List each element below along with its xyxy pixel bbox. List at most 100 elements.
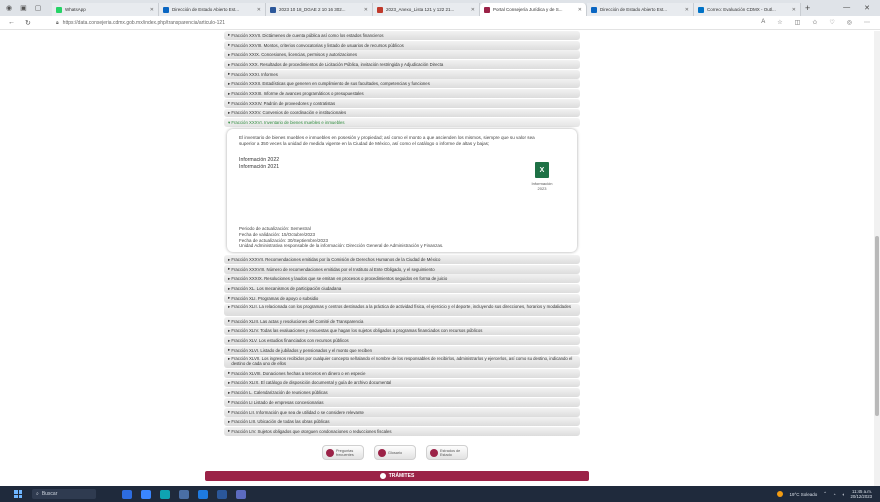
tab-close-icon[interactable]: ✕: [150, 7, 154, 13]
fraction-row[interactable]: ▸ Fracción LII. Información que sea de u…: [224, 407, 580, 417]
fraction-row[interactable]: ▸ Fracción XLIX. El catálogo de disposic…: [224, 378, 580, 388]
fraction-row[interactable]: ▸ Fracción XLV. Los estudios financiados…: [224, 336, 580, 346]
estrados-button[interactable]: Estrados de Estado: [426, 445, 468, 460]
browser-tab[interactable]: Dirección de Estado Abierto Est... ✕: [587, 3, 694, 16]
weather-icon: [777, 491, 784, 497]
tab-close-icon[interactable]: ✕: [364, 7, 368, 13]
fraction-row[interactable]: ▸ Fracción XXVII. Dictámenes de cuenta p…: [224, 31, 580, 40]
fraction-row[interactable]: ▸ Fracción XXXII. Estadísticas que gener…: [224, 79, 580, 89]
file-explorer-icon[interactable]: [141, 489, 151, 499]
excel-caption[interactable]: Información 2023: [529, 181, 555, 191]
fraction-row[interactable]: ▸ Fracción XLIV. Todas las evaluaciones …: [224, 326, 580, 336]
fraction-row[interactable]: ▸ Fracción XLVIII. Donaciones hechas a t…: [224, 368, 580, 378]
fraction-row[interactable]: ▸ Fracción XLVI. Listado de jubilados y …: [224, 345, 580, 355]
fraction-row[interactable]: ▸ Fracción XLI. Programas de apoyo o sub…: [224, 293, 580, 303]
fraction-row[interactable]: ▸ Fracción XXXVIII. Número de recomendac…: [224, 264, 580, 274]
browser-tab[interactable]: 2023 10 18_DGAE 2 10 16 302... ✕: [266, 3, 373, 16]
fraction-row[interactable]: ▸ Fracción XXXVII. Recomendaciones emiti…: [224, 255, 580, 264]
fraction-row[interactable]: ▸ Fracción XXXIX. Resoluciones y laudos …: [224, 274, 580, 284]
fraction-row[interactable]: ▸ Fracción XXX. Resultados de procedimie…: [224, 60, 580, 69]
fraction-row[interactable]: ▸ Fracción XXIX. Concesiones, licencias,…: [224, 50, 580, 60]
fraction-row[interactable]: ▸ Fracción XL. Los mecanismos de partici…: [224, 284, 580, 294]
search-icon: ⌕: [36, 491, 39, 497]
windows-start-icon[interactable]: [14, 490, 22, 498]
favorite-star-icon[interactable]: ☆: [777, 19, 782, 26]
tab-close-icon[interactable]: ✕: [578, 7, 582, 13]
glossary-button[interactable]: Glosario: [374, 445, 416, 460]
profile-avatar-icon[interactable]: ◎: [847, 19, 852, 26]
fraction-row[interactable]: ▸ Fracción XXXI. Informes: [224, 69, 580, 79]
news-app-icon[interactable]: [122, 489, 132, 499]
fraction-row[interactable]: ▸ Fracción XXXV. Convenios de coordinaci…: [224, 108, 580, 118]
browser-tab[interactable]: WhatsApp ✕: [52, 3, 159, 16]
browser-tab[interactable]: Dirección de Estado Abierto Est... ✕: [159, 3, 266, 16]
fraction-row[interactable]: ▸ Fracción LIII. Ubicación de todas las …: [224, 417, 580, 427]
favorites-icon[interactable]: ✩: [812, 19, 817, 26]
teams-icon[interactable]: [236, 489, 246, 499]
info-2021-link[interactable]: Información 2021: [239, 164, 565, 171]
info-2022-link[interactable]: Información 2022: [239, 157, 565, 164]
volume-icon[interactable]: ◖: [842, 492, 845, 497]
tramites-banner[interactable]: TRÁMITES: [205, 471, 589, 481]
fraction-row[interactable]: ▸ Fracción LIV. Sujetos obligados que ot…: [224, 426, 580, 436]
fraction-xxxvi-header[interactable]: ▾ Fracción XXXVI. Inventario de bienes m…: [224, 118, 580, 128]
tab-title: Portal Consejería Jurídica y de S...: [493, 7, 563, 12]
excel-file-icon[interactable]: X: [535, 162, 549, 179]
store-icon[interactable]: [179, 489, 189, 499]
fraction-row[interactable]: ▸ Fracción L. Calendarización de reunion…: [224, 388, 580, 398]
word-icon[interactable]: [217, 489, 227, 499]
system-tray: 19°C Soleado ⌃ ◔ ◖ 11:45 a.m. 20/12/2023: [777, 489, 880, 499]
fraction-row[interactable]: ▸ Fracción XLVII. Los ingresos recibidos…: [224, 355, 580, 369]
fraction-row[interactable]: ▸ Fracción XXVIII. Montos, criterios con…: [224, 40, 580, 50]
minimize-icon[interactable]: —: [843, 4, 850, 12]
tab-close-icon[interactable]: ✕: [257, 7, 261, 13]
split-screen-icon[interactable]: ◫: [795, 19, 801, 26]
page-scrollbar[interactable]: [874, 31, 880, 486]
new-tab-button[interactable]: +: [805, 3, 810, 13]
faq-button[interactable]: Preguntas frecuentes: [322, 445, 364, 460]
scrollbar-thumb[interactable]: [875, 236, 879, 416]
fraction-title: Fracción LIII. Ubicación de todas las ob…: [231, 419, 330, 425]
browser-tab[interactable]: 2023_Anexo_Lista 121 y 122 21... ✕: [373, 3, 480, 16]
tab-close-icon[interactable]: ✕: [471, 7, 475, 13]
more-menu-icon[interactable]: ⋯: [864, 19, 870, 26]
tab-favicon-icon: [270, 6, 276, 13]
tab-close-icon[interactable]: ✕: [792, 7, 796, 13]
fraction-title: Fracción XXVII. Dictámenes de cuenta púb…: [231, 32, 384, 38]
clock[interactable]: 11:45 a.m. 20/12/2023: [850, 489, 872, 499]
weather-text[interactable]: 19°C Soleado: [789, 492, 817, 497]
collections-icon[interactable]: ▣: [20, 4, 27, 12]
back-icon[interactable]: ←: [8, 19, 15, 27]
fraction-detail-panel: El inventario de bienes muebles e inmueb…: [227, 129, 577, 253]
profile-icon[interactable]: ◉: [6, 4, 12, 12]
fraction-row[interactable]: ▸ Fracción XXXIII. Informe de avances pr…: [224, 89, 580, 99]
fraction-row[interactable]: ▸ Fracción XLII. La relacionada con los …: [224, 303, 580, 317]
fraction-row[interactable]: ▸ Fracción XLIII. Las actas y resolucion…: [224, 316, 580, 326]
fraction-description: El inventario de bienes muebles e inmueb…: [239, 135, 535, 147]
fraction-title: Fracción LII. Información que sea de uti…: [231, 409, 364, 415]
tray-chevron-icon[interactable]: ⌃: [823, 491, 827, 497]
fraction-title: Fracción XXX. Resultados de procedimient…: [231, 62, 444, 67]
fraction-title: Fracción XXVIII. Montos, criterios convo…: [231, 42, 404, 48]
fraction-row[interactable]: ▸ Fracción LI Listado de empresas conces…: [224, 397, 580, 407]
edge-browser-icon[interactable]: [160, 489, 170, 499]
fraction-title: Fracción XLIII. Las actas y resoluciones…: [231, 318, 364, 324]
tab-close-icon[interactable]: ✕: [685, 7, 689, 13]
fraction-title: Fracción XXXII. Estadísticas que generen…: [231, 81, 430, 87]
window-menu-buttons: ◉ ▣ ▢: [0, 4, 52, 12]
taskbar-search[interactable]: ⌕ Buscar: [32, 489, 96, 499]
fraction-title: Fracción XXXVI. Inventario de bienes mue…: [231, 120, 345, 126]
outlook-icon[interactable]: [198, 489, 208, 499]
fraction-title: Fracción LI Listado de empresas concesio…: [231, 399, 324, 405]
close-window-icon[interactable]: ✕: [864, 4, 870, 12]
address-bar[interactable]: 🔒︎ https://data.consejeria.cdmx.gob.mx/i…: [56, 18, 761, 28]
reload-icon[interactable]: ↻: [25, 19, 31, 27]
read-aloud-icon[interactable]: A: [761, 19, 765, 26]
browser-essentials-icon[interactable]: ♡: [829, 19, 834, 26]
fraction-title: Fracción XXIX. Concesiones, licencias, p…: [231, 52, 357, 58]
browser-tab[interactable]: Correo: Evaluación CDMX - Outl... ✕: [694, 3, 801, 16]
fraction-row[interactable]: ▸ Fracción XXXIV. Padrón de proveedores …: [224, 98, 580, 108]
browser-tab[interactable]: Portal Consejería Jurídica y de S... ✕: [480, 3, 587, 16]
tab-actions-icon[interactable]: ▢: [35, 4, 42, 12]
network-icon[interactable]: ◔: [833, 492, 836, 497]
